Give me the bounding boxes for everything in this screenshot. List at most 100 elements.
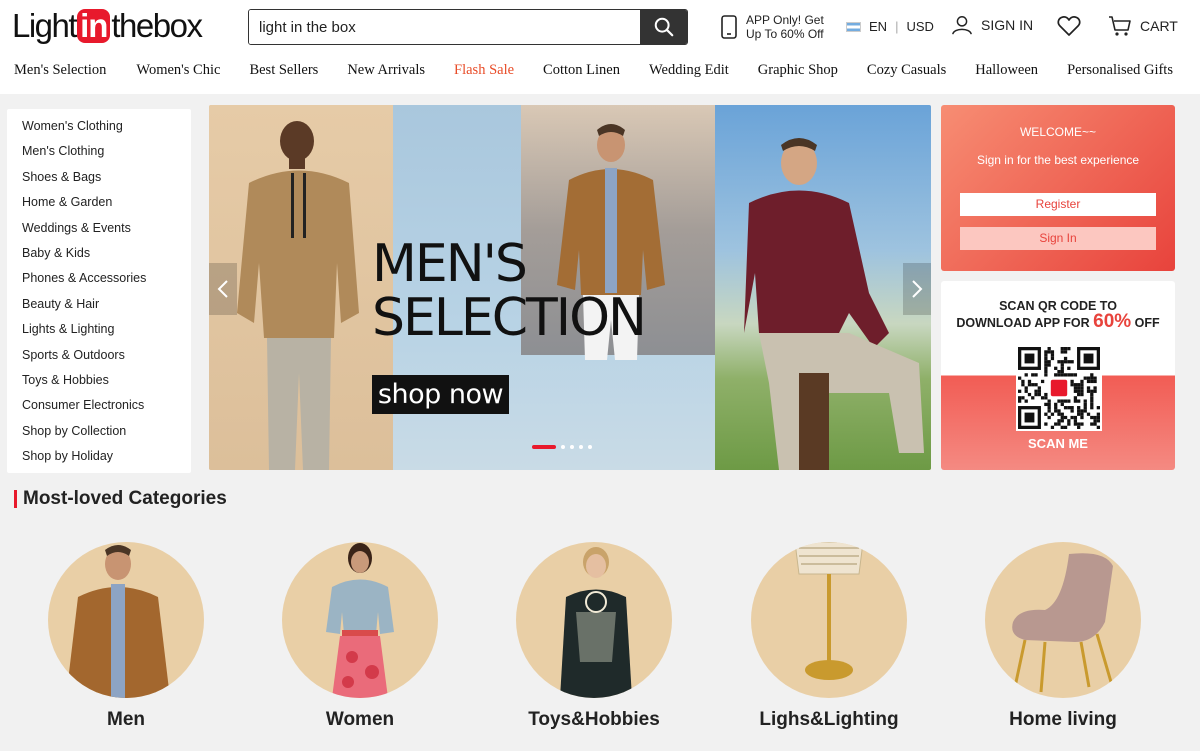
women-figure-icon: [326, 543, 394, 698]
qr-module: [1040, 379, 1045, 384]
qr-percent: 60%: [1093, 311, 1132, 332]
sidebar-item-shop-by-collection[interactable]: Shop by Collection: [7, 422, 191, 447]
qr-module: [1060, 350, 1064, 354]
qr-module: [1083, 402, 1087, 407]
qr-module: [1050, 353, 1055, 357]
category-women[interactable]: Women: [282, 542, 438, 730]
heart-icon: [1057, 16, 1081, 36]
qr-module: [1047, 409, 1051, 413]
qr-module: [1034, 392, 1038, 397]
register-button[interactable]: Register: [960, 193, 1156, 216]
qr-module: [1047, 360, 1051, 364]
sidebar-item-shoes-bags[interactable]: Shoes & Bags: [7, 168, 191, 193]
qr-module: [1093, 386, 1097, 390]
nav-personalised-gifts[interactable]: Personalised Gifts: [1067, 62, 1173, 82]
sidebar-item-weddings-events[interactable]: Weddings & Events: [7, 219, 191, 244]
nav-flash-sale[interactable]: Flash Sale: [454, 62, 514, 82]
sidebar-item-baby-kids[interactable]: Baby & Kids: [7, 244, 191, 269]
qr-module: [1044, 392, 1048, 397]
qr-module: [1063, 425, 1068, 429]
banner-pagination: [532, 445, 592, 449]
banner-dot-1[interactable]: [532, 445, 556, 449]
qr-module: [1027, 383, 1032, 387]
qr-module: [1063, 406, 1068, 410]
nav-cotton-linen[interactable]: Cotton Linen: [543, 62, 620, 82]
sidebar-item-home-garden[interactable]: Home & Garden: [7, 193, 191, 218]
qr-module: [1063, 373, 1068, 377]
qr-module: [1083, 399, 1087, 403]
search-input[interactable]: [249, 10, 640, 44]
category-toys-hobbies[interactable]: Toys&Hobbies: [516, 542, 672, 730]
sidebar-item-shop-by-holiday[interactable]: Shop by Holiday: [7, 447, 191, 472]
category-men[interactable]: Men: [48, 542, 204, 730]
sidebar-item-phones-accessories[interactable]: Phones & Accessories: [7, 269, 191, 294]
logo-text-light: Light: [12, 7, 78, 44]
language-currency-selector[interactable]: EN | USD: [846, 19, 934, 34]
qr-module: [1077, 389, 1081, 393]
search-button[interactable]: [640, 10, 687, 44]
qr-module: [1067, 406, 1071, 410]
sidebar-item-toys-hobbies[interactable]: Toys & Hobbies: [7, 371, 191, 396]
sidebar-item-lights-lighting[interactable]: Lights & Lighting: [7, 320, 191, 345]
sidebar-item-beauty-hair[interactable]: Beauty & Hair: [7, 295, 191, 320]
sidebar-item-sports-outdoors[interactable]: Sports & Outdoors: [7, 346, 191, 371]
nav-cozy-casuals[interactable]: Cozy Casuals: [867, 62, 946, 82]
qr-module: [1073, 419, 1078, 423]
sidebar-item-mens-clothing[interactable]: Men's Clothing: [7, 142, 191, 167]
qr-module: [1024, 399, 1028, 403]
category-home-living[interactable]: Home living: [985, 542, 1141, 730]
qr-module: [1080, 386, 1084, 390]
shop-now-button[interactable]: shop now: [372, 375, 509, 414]
qr-module: [1090, 379, 1094, 384]
qr-module: [1090, 376, 1094, 380]
nav-graphic-shop[interactable]: Graphic Shop: [758, 62, 838, 82]
qr-module: [1090, 396, 1094, 400]
banner-dot-3[interactable]: [570, 445, 574, 449]
banner-dot-5[interactable]: [588, 445, 592, 449]
qr-module: [1073, 389, 1078, 393]
qr-module: [1073, 422, 1078, 426]
qr-module: [1044, 366, 1048, 370]
qr-module: [1090, 399, 1094, 403]
qr-module: [1031, 396, 1035, 400]
cart-link[interactable]: CART: [1108, 15, 1178, 37]
banner-dot-2[interactable]: [561, 445, 565, 449]
qr-module: [1080, 389, 1084, 393]
category-toys-hobbies-image: [516, 542, 672, 698]
app-promo[interactable]: APP Only! Get Up To 60% Off: [720, 13, 824, 41]
qr-module: [1090, 422, 1094, 426]
banner-prev-button[interactable]: [209, 263, 237, 315]
qr-module: [1080, 412, 1084, 416]
nav-mens-selection[interactable]: Men's Selection: [14, 62, 106, 82]
qr-module: [1077, 422, 1081, 426]
sign-in-link[interactable]: SIGN IN: [951, 14, 1033, 36]
qr-module: [1086, 379, 1091, 384]
qr-module: [1077, 412, 1081, 416]
qr-module: [1060, 402, 1064, 407]
qr-module: [1057, 419, 1061, 423]
nav-best-sellers[interactable]: Best Sellers: [249, 62, 318, 82]
qr-module: [1070, 409, 1074, 413]
banner-next-button[interactable]: [903, 263, 931, 315]
category-lights-lighting-label: Lighs&Lighting: [759, 709, 899, 730]
nav-wedding-edit[interactable]: Wedding Edit: [649, 62, 729, 82]
sign-in-button[interactable]: Sign In: [960, 227, 1156, 250]
category-lights-lighting[interactable]: Lighs&Lighting: [751, 542, 907, 730]
nav-womens-chic[interactable]: Women's Chic: [136, 62, 220, 82]
sidebar-item-womens-clothing[interactable]: Women's Clothing: [7, 117, 191, 142]
banner-dot-4[interactable]: [579, 445, 583, 449]
qr-module: [1018, 396, 1022, 400]
logo-text-thebox: thebox: [111, 7, 203, 44]
hero-banner[interactable]: MEN'S SELECTION shop now: [209, 105, 931, 470]
qr-module: [1044, 356, 1048, 361]
sidebar-item-consumer-electronics[interactable]: Consumer Electronics: [7, 396, 191, 421]
wishlist-button[interactable]: [1057, 15, 1081, 42]
qr-module: [1093, 419, 1097, 423]
nav-new-arrivals[interactable]: New Arrivals: [347, 62, 425, 82]
site-logo[interactable]: Light in thebox: [12, 7, 203, 44]
phone-icon: [721, 15, 737, 39]
qr-module: [1070, 406, 1074, 410]
nav-halloween[interactable]: Halloween: [975, 62, 1038, 82]
qr-module: [1096, 415, 1100, 420]
app-promo-line1: APP Only! Get: [746, 13, 824, 27]
